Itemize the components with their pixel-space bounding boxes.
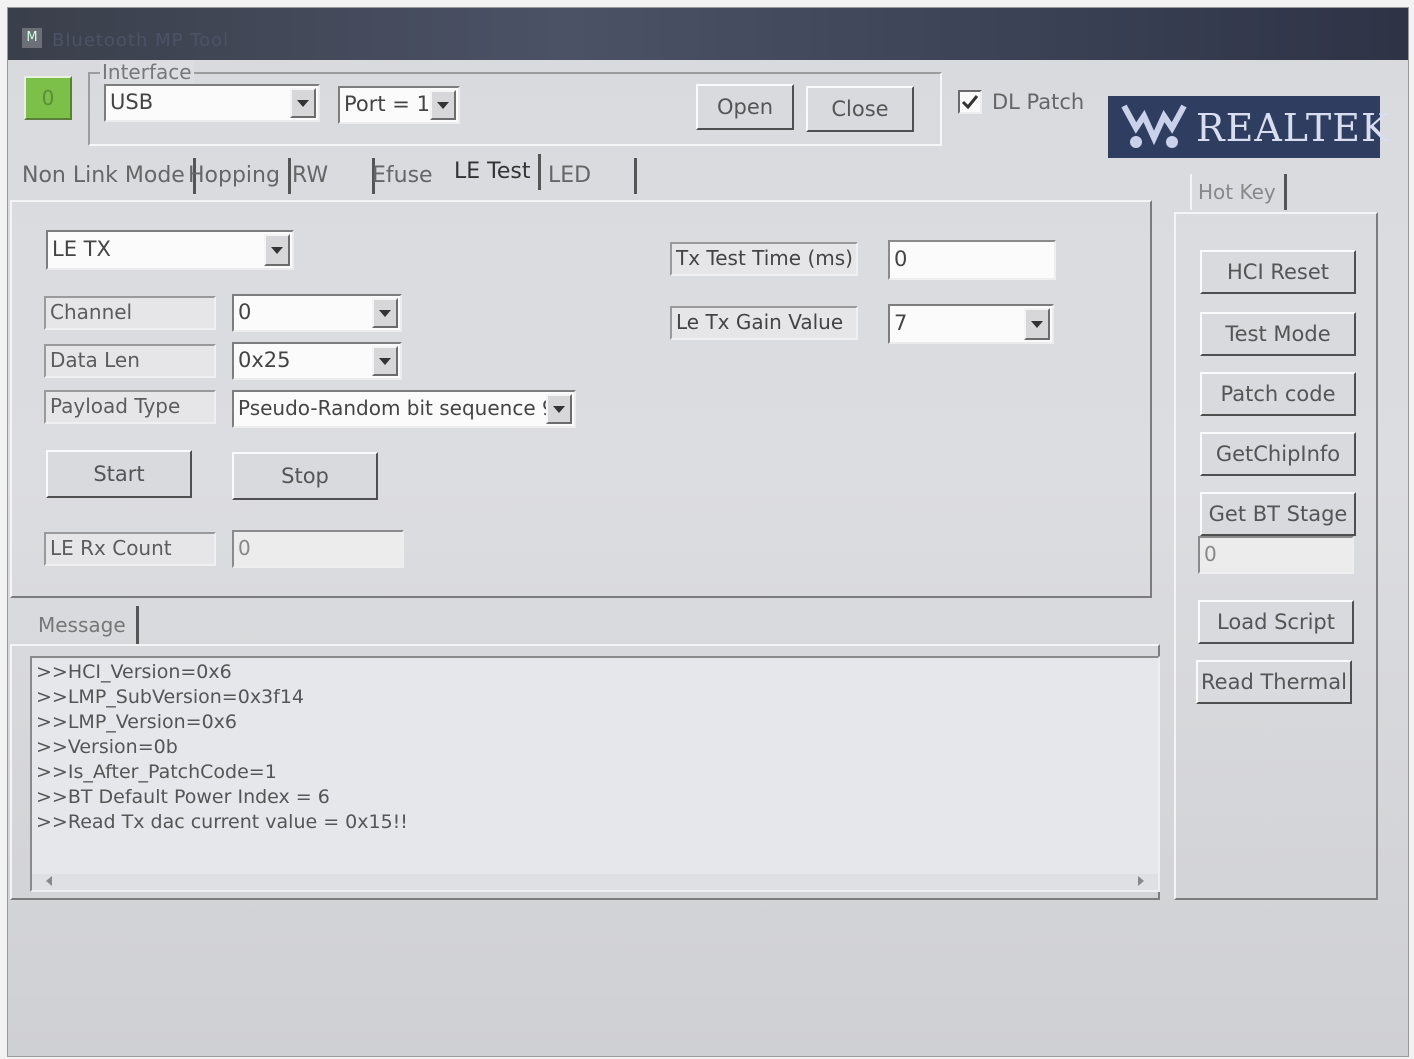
tx-test-time-input[interactable]: 0: [888, 240, 1056, 280]
message-line: >>LMP_SubVersion=0x3f14: [36, 686, 305, 708]
chevron-down-icon[interactable]: [372, 346, 398, 376]
message-line: >>Version=0b: [36, 736, 178, 758]
crab-logo-icon: [1121, 104, 1187, 148]
payload-type-label: Payload Type: [44, 390, 216, 424]
data-len-label: Data Len: [44, 344, 216, 378]
interface-type-select[interactable]: USB: [104, 84, 320, 122]
data-len-select[interactable]: 0x25: [232, 342, 402, 380]
tab-le-test[interactable]: LE Test: [450, 154, 542, 190]
tab-rw[interactable]: RW: [288, 158, 375, 194]
payload-type-value: Pseudo-Random bit sequence 9: [238, 396, 555, 420]
title-bar: M Bluetooth MP Tool: [8, 8, 1408, 60]
tx-test-time-value: 0: [894, 247, 908, 271]
message-line: >>BT Default Power Index = 6: [36, 786, 330, 808]
interface-type-value: USB: [110, 90, 154, 114]
chevron-down-icon[interactable]: [372, 298, 398, 328]
get-chip-info-button[interactable]: GetChipInfo: [1200, 432, 1356, 476]
le-tx-gain-select[interactable]: 7: [888, 304, 1054, 344]
message-line: >>HCI_Version=0x6: [36, 661, 232, 683]
channel-value: 0: [238, 300, 252, 324]
close-button[interactable]: Close: [806, 86, 914, 132]
channel-label: Channel: [44, 296, 216, 330]
tx-test-time-label: Tx Test Time (ms): [670, 242, 858, 276]
le-rx-count-value: 0: [238, 536, 251, 560]
app-icon: M: [22, 28, 42, 48]
status-indicator: 0: [24, 76, 72, 120]
le-mode-value: LE TX: [52, 237, 111, 261]
tab-hot-key[interactable]: Hot Key: [1190, 174, 1287, 210]
chevron-down-icon[interactable]: [1024, 308, 1050, 340]
interface-group-label: Interface: [100, 60, 194, 84]
payload-type-select[interactable]: Pseudo-Random bit sequence 9: [232, 390, 576, 428]
le-tx-gain-label: Le Tx Gain Value: [670, 306, 858, 340]
load-script-button[interactable]: Load Script: [1198, 600, 1354, 644]
scroll-left-icon[interactable]: [46, 876, 52, 886]
patch-code-button[interactable]: Patch code: [1200, 372, 1356, 416]
horizontal-scrollbar[interactable]: [32, 874, 1158, 890]
scroll-right-icon[interactable]: [1138, 876, 1144, 886]
dl-patch-checkbox[interactable]: [958, 90, 982, 114]
checkmark-icon: [961, 95, 979, 110]
stop-button[interactable]: Stop: [232, 452, 378, 500]
le-rx-count-label: LE Rx Count: [44, 532, 216, 566]
bt-stage-value: 0: [1204, 542, 1217, 566]
test-mode-button[interactable]: Test Mode: [1200, 312, 1356, 356]
tab-hopping[interactable]: Hopping: [184, 158, 291, 194]
message-log[interactable]: >>HCI_Version=0x6 >>LMP_SubVersion=0x3f1…: [30, 656, 1160, 892]
data-len-value: 0x25: [238, 348, 291, 372]
le-rx-count-field: 0: [232, 530, 404, 568]
status-indicator-value: 0: [41, 86, 55, 110]
message-line: >>LMP_Version=0x6: [36, 711, 237, 733]
hci-reset-button[interactable]: HCI Reset: [1200, 250, 1356, 294]
message-line: >>Is_After_PatchCode=1: [36, 761, 277, 783]
le-mode-select[interactable]: LE TX: [46, 230, 294, 270]
tab-efuse[interactable]: Efuse: [368, 158, 452, 194]
tab-led[interactable]: LED: [544, 158, 637, 194]
port-value: Port = 1: [344, 92, 430, 116]
chevron-down-icon[interactable]: [290, 88, 316, 118]
window-title: Bluetooth MP Tool: [52, 30, 230, 51]
logo-text: REALTEK: [1196, 106, 1391, 150]
port-select[interactable]: Port = 1: [338, 86, 460, 124]
message-line: >>Read Tx dac current value = 0x15!!: [36, 811, 408, 833]
tab-message[interactable]: Message: [34, 606, 139, 644]
read-thermal-button[interactable]: Read Thermal: [1196, 660, 1352, 704]
realtek-logo: REALTEK: [1108, 96, 1389, 158]
le-tx-gain-value: 7: [894, 311, 908, 335]
chevron-down-icon[interactable]: [264, 234, 290, 266]
dl-patch-label: DL Patch: [992, 90, 1085, 114]
get-bt-stage-button[interactable]: Get BT Stage: [1200, 492, 1356, 536]
start-button[interactable]: Start: [46, 450, 192, 498]
channel-select[interactable]: 0: [232, 294, 402, 332]
chevron-down-icon[interactable]: [546, 394, 572, 424]
chevron-down-icon[interactable]: [430, 90, 456, 120]
tab-non-link-mode[interactable]: Non Link Mode: [18, 158, 196, 194]
bt-stage-field: 0: [1198, 536, 1354, 574]
open-button[interactable]: Open: [696, 84, 794, 130]
